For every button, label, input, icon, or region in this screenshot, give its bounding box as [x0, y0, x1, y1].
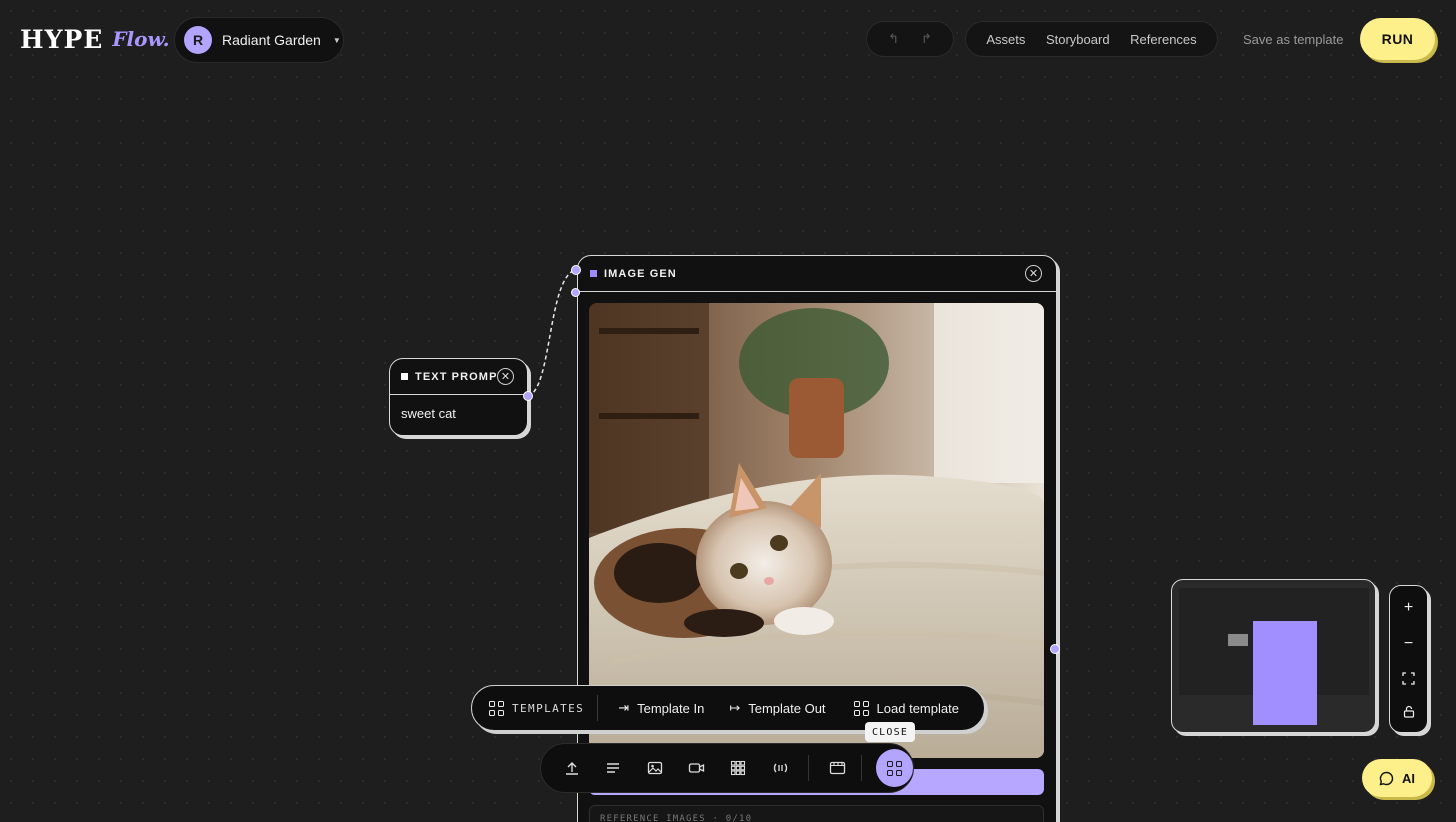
node-title: TEXT PROMPT	[415, 370, 506, 383]
ai-button-label: AI	[1402, 770, 1415, 786]
fit-view-icon[interactable]	[1402, 672, 1415, 685]
video-tool-button[interactable]	[678, 749, 715, 787]
node-type-icon	[590, 270, 597, 277]
zoom-controls: + −	[1389, 585, 1428, 733]
template-in-button[interactable]: ⇥ Template In	[618, 700, 704, 716]
input-port[interactable]	[571, 265, 581, 275]
templates-grid-icon	[489, 700, 504, 716]
templates-tool-button[interactable]	[875, 749, 913, 787]
storyboard-tool-button[interactable]	[819, 749, 856, 787]
upload-button[interactable]	[553, 749, 590, 787]
dock-divider	[860, 755, 862, 781]
audio-icon	[773, 763, 787, 773]
minimap-image-node	[1253, 621, 1317, 725]
node-type-icon	[401, 373, 408, 380]
text-prompt-node[interactable]: TEXT PROMPT ✕ sweet cat	[389, 358, 528, 436]
grid-icon	[731, 760, 746, 776]
minimap-text-node	[1228, 634, 1248, 646]
toolbar-divider	[597, 695, 599, 721]
output-port[interactable]	[523, 391, 533, 401]
output-port[interactable]	[1050, 644, 1060, 654]
ai-assistant-button[interactable]: AI	[1362, 759, 1432, 797]
templates-icon	[886, 760, 902, 776]
video-icon	[689, 763, 705, 773]
image-gen-node[interactable]: IMAGE GEN ✕ REFERENCE IMAGES · 0/10	[577, 255, 1057, 822]
prompt-text[interactable]: sweet cat	[390, 395, 527, 432]
audio-tool-button[interactable]	[761, 749, 798, 787]
lock-icon[interactable]	[1403, 705, 1415, 718]
node-header: IMAGE GEN	[578, 256, 1056, 292]
templates-grid-icon	[853, 700, 869, 716]
text-icon	[607, 763, 620, 773]
canvas-minimap[interactable]	[1171, 579, 1376, 733]
close-icon[interactable]: ✕	[497, 368, 514, 385]
arrow-out-icon: ↦	[729, 700, 741, 715]
upload-icon	[565, 762, 578, 775]
input-port-secondary[interactable]	[571, 288, 580, 297]
close-icon[interactable]: ✕	[1025, 265, 1042, 282]
grid-tool-button[interactable]	[720, 749, 757, 787]
reference-images-panel[interactable]: REFERENCE IMAGES · 0/10	[589, 805, 1044, 822]
image-tool-button[interactable]	[636, 749, 673, 787]
node-title: IMAGE GEN	[604, 267, 677, 280]
storyboard-icon	[830, 761, 846, 775]
chat-bubble-icon	[1379, 771, 1394, 785]
dock-divider	[808, 755, 810, 781]
templates-label: TEMPLATES	[489, 700, 584, 716]
load-template-button[interactable]: Load template	[853, 700, 959, 716]
tool-dock	[540, 743, 914, 793]
zoom-out-button[interactable]: −	[1404, 636, 1413, 652]
close-tooltip: CLOSE	[865, 722, 915, 742]
template-out-button[interactable]: ↦ Template Out	[729, 700, 825, 716]
text-tool-button[interactable]	[595, 749, 632, 787]
zoom-in-button[interactable]: +	[1404, 600, 1413, 616]
arrow-into-icon: ⇥	[618, 700, 630, 715]
image-icon	[647, 761, 663, 775]
